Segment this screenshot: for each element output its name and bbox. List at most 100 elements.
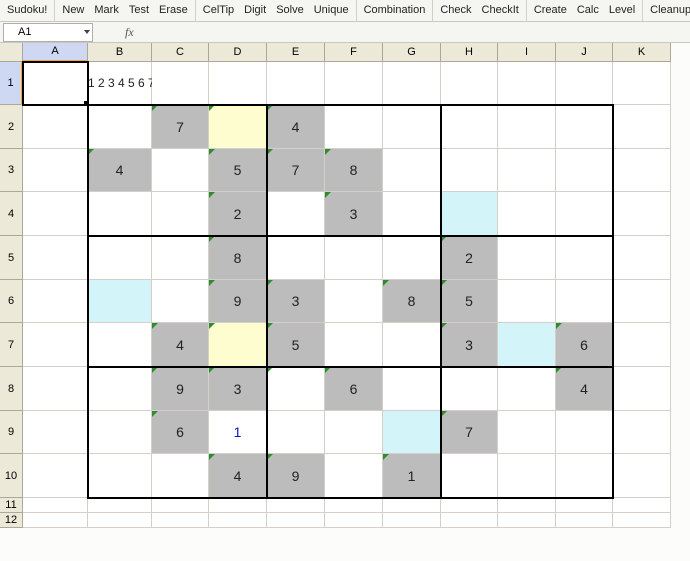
cell-E5[interactable]	[267, 236, 325, 280]
cell-K10[interactable]	[613, 454, 671, 498]
cell-D9[interactable]: 1	[209, 411, 267, 454]
row-header-10[interactable]: 10	[0, 454, 23, 498]
cell-B3[interactable]: 4	[88, 149, 152, 192]
cell-F12[interactable]	[325, 513, 383, 528]
cell-K6[interactable]	[613, 280, 671, 323]
cell-F1[interactable]	[325, 62, 383, 105]
column-header-d[interactable]: D	[209, 43, 267, 62]
cell-A4[interactable]	[23, 192, 88, 236]
cell-D2[interactable]	[209, 105, 267, 149]
cell-H12[interactable]	[441, 513, 498, 528]
cell-C11[interactable]	[152, 498, 209, 513]
cell-B6[interactable]	[88, 280, 152, 323]
cell-G5[interactable]	[383, 236, 441, 280]
cell-C7[interactable]: 4	[152, 323, 209, 367]
cell-H1[interactable]	[441, 62, 498, 105]
toolbar-button-check[interactable]: Check	[435, 0, 476, 21]
cell-F10[interactable]	[325, 454, 383, 498]
cell-G2[interactable]	[383, 105, 441, 149]
cell-E6[interactable]: 3	[267, 280, 325, 323]
row-header-12[interactable]: 12	[0, 513, 23, 528]
cell-J3[interactable]	[556, 149, 613, 192]
cell-D8[interactable]: 3	[209, 367, 267, 411]
cell-H5[interactable]: 2	[441, 236, 498, 280]
toolbar-button-checkit[interactable]: CheckIt	[477, 0, 524, 21]
cell-E7[interactable]: 5	[267, 323, 325, 367]
cell-F2[interactable]	[325, 105, 383, 149]
cell-A2[interactable]	[23, 105, 88, 149]
row-header-11[interactable]: 11	[0, 498, 23, 513]
cell-D7[interactable]	[209, 323, 267, 367]
toolbar-button-digit[interactable]: Digit	[239, 0, 271, 21]
cell-A1[interactable]	[23, 62, 88, 105]
cell-A9[interactable]	[23, 411, 88, 454]
name-box[interactable]: A1	[3, 23, 93, 42]
cell-J5[interactable]	[556, 236, 613, 280]
cell-B12[interactable]	[88, 513, 152, 528]
cell-H8[interactable]	[441, 367, 498, 411]
cell-C2[interactable]: 7	[152, 105, 209, 149]
cell-J11[interactable]	[556, 498, 613, 513]
cell-A11[interactable]	[23, 498, 88, 513]
cell-F3[interactable]: 8	[325, 149, 383, 192]
cell-K5[interactable]	[613, 236, 671, 280]
cell-A8[interactable]	[23, 367, 88, 411]
cell-K11[interactable]	[613, 498, 671, 513]
cell-H10[interactable]	[441, 454, 498, 498]
cell-J1[interactable]	[556, 62, 613, 105]
cell-C3[interactable]	[152, 149, 209, 192]
column-header-c[interactable]: C	[152, 43, 209, 62]
toolbar-button-sudoku[interactable]: Sudoku!	[2, 0, 52, 21]
cell-D1[interactable]	[209, 62, 267, 105]
cell-I4[interactable]	[498, 192, 556, 236]
cell-D6[interactable]: 9	[209, 280, 267, 323]
cell-B10[interactable]	[88, 454, 152, 498]
toolbar-button-combination[interactable]: Combination	[359, 0, 431, 21]
cell-I1[interactable]	[498, 62, 556, 105]
cell-E1[interactable]	[267, 62, 325, 105]
cell-K12[interactable]	[613, 513, 671, 528]
cell-J10[interactable]	[556, 454, 613, 498]
cell-F11[interactable]	[325, 498, 383, 513]
column-header-h[interactable]: H	[441, 43, 498, 62]
cell-E9[interactable]	[267, 411, 325, 454]
row-header-2[interactable]: 2	[0, 105, 23, 149]
row-header-9[interactable]: 9	[0, 411, 23, 454]
cell-F9[interactable]	[325, 411, 383, 454]
cell-G10[interactable]: 1	[383, 454, 441, 498]
cell-C9[interactable]: 6	[152, 411, 209, 454]
cell-C5[interactable]	[152, 236, 209, 280]
cell-D12[interactable]	[209, 513, 267, 528]
cell-K8[interactable]	[613, 367, 671, 411]
cell-K7[interactable]	[613, 323, 671, 367]
cell-C8[interactable]: 9	[152, 367, 209, 411]
toolbar-button-unique[interactable]: Unique	[309, 0, 354, 21]
cell-I7[interactable]	[498, 323, 556, 367]
cell-I6[interactable]	[498, 280, 556, 323]
cell-E8[interactable]	[267, 367, 325, 411]
cell-I3[interactable]	[498, 149, 556, 192]
toolbar-button-mark[interactable]: Mark	[89, 0, 123, 21]
cell-I12[interactable]	[498, 513, 556, 528]
cell-D10[interactable]: 4	[209, 454, 267, 498]
cell-K3[interactable]	[613, 149, 671, 192]
cell-E3[interactable]: 7	[267, 149, 325, 192]
cell-A7[interactable]	[23, 323, 88, 367]
cell-E2[interactable]: 4	[267, 105, 325, 149]
column-header-f[interactable]: F	[325, 43, 383, 62]
row-header-5[interactable]: 5	[0, 236, 23, 280]
cell-G6[interactable]: 8	[383, 280, 441, 323]
cell-H6[interactable]: 5	[441, 280, 498, 323]
toolbar-button-solve[interactable]: Solve	[271, 0, 309, 21]
cell-E10[interactable]: 9	[267, 454, 325, 498]
cell-G1[interactable]	[383, 62, 441, 105]
cell-I2[interactable]	[498, 105, 556, 149]
cell-G7[interactable]	[383, 323, 441, 367]
cell-F8[interactable]: 6	[325, 367, 383, 411]
cell-H7[interactable]: 3	[441, 323, 498, 367]
cell-I9[interactable]	[498, 411, 556, 454]
column-header-j[interactable]: J	[556, 43, 613, 62]
cell-D5[interactable]: 8	[209, 236, 267, 280]
cell-C1[interactable]	[152, 62, 209, 105]
toolbar-button-level[interactable]: Level	[604, 0, 640, 21]
